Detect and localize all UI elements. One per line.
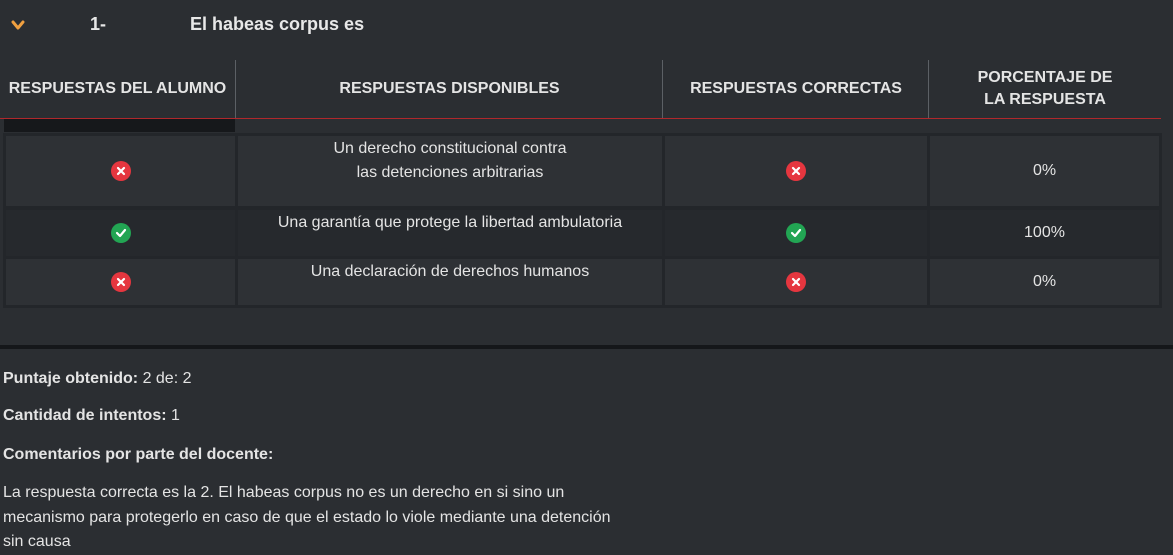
correct-icon [110,223,131,243]
available-answer-cell: Una garantía que protege la libertad amb… [238,210,662,256]
incorrect-icon [110,272,131,292]
attempts-value: 1 [171,407,180,424]
question-number: 1- [90,14,107,34]
incorrect-icon [786,272,806,292]
comments-label: Comentarios por parte del docente: [3,446,274,463]
available-answer-cell: Un derecho constitucional contra las det… [238,136,662,206]
attempts-line: Cantidad de intentos: 1 [3,407,180,425]
correct-answer-cell [665,259,927,305]
answers-table-body: Un derecho constitucional contra las det… [3,133,1162,308]
header-student-answers: RESPUESTAS DEL ALUMNO [8,80,227,97]
score-line: Puntaje obtenido: 2 de: 2 [3,370,192,388]
correct-answer-cell [665,136,927,206]
percentage-cell: 100% [930,210,1159,256]
teacher-comments-heading: Comentarios por parte del docente: [3,446,273,464]
percentage-cell: 0% [930,136,1159,206]
correct-icon [786,223,806,243]
student-answer-cell [6,259,235,305]
score-label: Puntaje obtenido: [3,370,139,387]
header-correct-answers: RESPUESTAS CORRECTAS [662,60,929,118]
question-header[interactable]: 1- El habeas corpus es [0,0,1173,50]
question-text: El habeas corpus es [190,14,365,34]
score-value: 2 de: 2 [142,370,192,387]
incorrect-icon [786,161,806,181]
header-underline-strip [4,119,235,132]
available-answer-cell: Una declaración de derechos humanos [238,259,662,305]
percentage-cell: 0% [930,259,1159,305]
correct-answer-cell [665,210,927,256]
chevron-down-icon[interactable] [10,18,26,32]
header-available-answers: RESPUESTAS DISPONIBLES [235,60,663,118]
student-answer-cell [6,210,235,256]
incorrect-icon [110,161,131,181]
teacher-comment-text: La respuesta correcta es la 2. El habeas… [3,484,611,550]
answers-table-header: RESPUESTAS DEL ALUMNO RESPUESTAS DISPONI… [0,60,1161,119]
header-answer-percentage: PORCENTAJE DE LA RESPUESTA [928,60,1161,118]
section-divider [0,345,1173,349]
student-answer-cell [6,136,235,206]
attempts-label: Cantidad de intentos: [3,407,167,424]
